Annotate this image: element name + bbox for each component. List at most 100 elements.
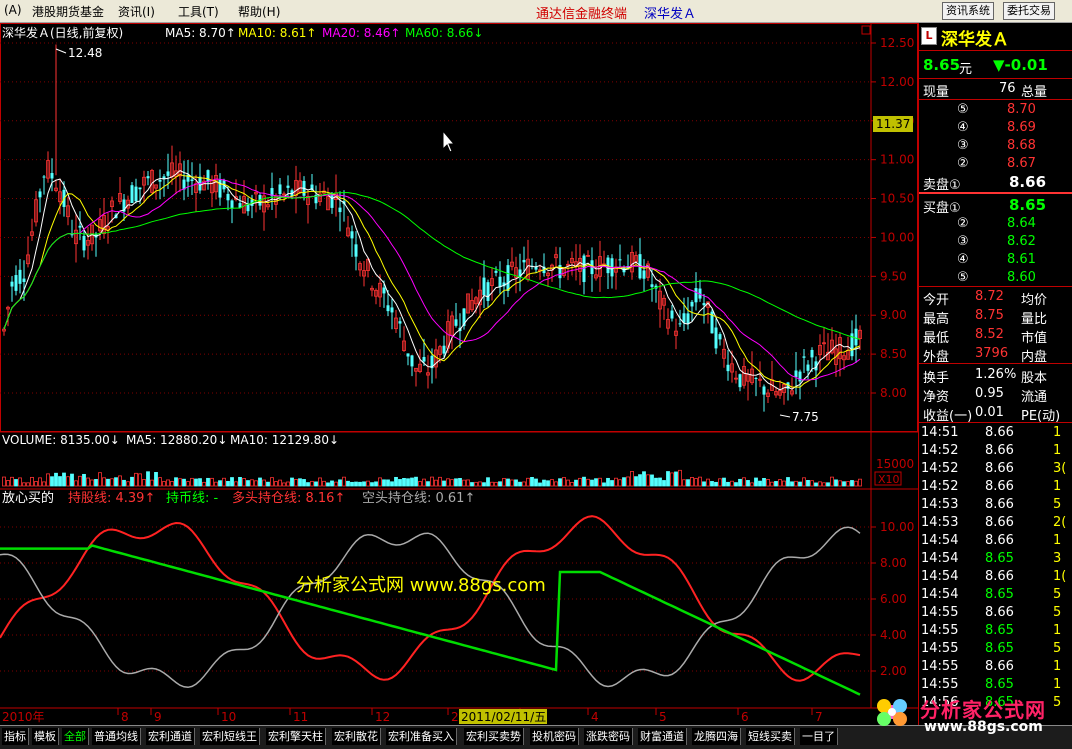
info-system-button[interactable]: 资讯系统 — [942, 2, 994, 20]
bottom-tab-2[interactable]: 全部 — [62, 728, 89, 745]
order-level-label: ⑤ — [957, 102, 969, 117]
tick-time: 14:53 — [921, 515, 959, 530]
bottom-tab-8[interactable]: 宏利准备买入 — [386, 728, 457, 745]
bottom-tab-5[interactable]: 宏利短线王 — [200, 728, 260, 745]
volume-bar — [342, 476, 346, 487]
tick-row: 14:55 8.66 5 — [919, 604, 1072, 622]
menu-item-a[interactable]: (A) — [4, 3, 22, 17]
main-chart-title: 深华发Ａ(日线,前复权) — [2, 25, 123, 40]
volume-bar — [502, 477, 506, 487]
trade-button[interactable]: 委托交易 — [1003, 2, 1055, 20]
volume-bar — [326, 482, 330, 487]
volume-bar — [202, 481, 206, 487]
bottom-tab-3[interactable]: 普通均线 — [92, 728, 141, 745]
order-level-label: ② — [957, 156, 969, 171]
tick-price: 8.65 — [985, 623, 1014, 638]
volume-bar — [482, 482, 486, 487]
stat-row: 最低 8.52 市值 — [919, 326, 1072, 346]
bottom-tab-1[interactable]: 模板 — [32, 728, 59, 745]
bottom-tab-10[interactable]: 投机密码 — [530, 728, 579, 745]
tick-time: 14:54 — [921, 551, 959, 566]
volume-bar — [838, 480, 842, 487]
volume-bar — [682, 479, 686, 487]
order-book-row: ④ 8.69 — [919, 119, 1072, 137]
volume-bar — [386, 479, 390, 487]
candle-body — [762, 386, 766, 395]
volume-bar — [406, 478, 410, 487]
stat-row: 外盘 3796 内盘 — [919, 345, 1072, 365]
candle-body — [206, 170, 210, 183]
bottom-tab-12[interactable]: 财富通道 — [638, 728, 687, 745]
volume-bar — [594, 478, 598, 487]
volume-bar — [74, 480, 78, 487]
candle-body — [422, 356, 426, 362]
bottom-tab-9[interactable]: 宏利买卖势 — [464, 728, 524, 745]
price-tick-label: 8.00 — [880, 386, 907, 400]
volume-bar — [478, 481, 482, 487]
volume-bar — [78, 475, 82, 487]
bottom-tab-0[interactable]: 指标 — [2, 728, 29, 745]
volume-bar — [498, 481, 502, 487]
volume-bar — [318, 477, 322, 487]
menu-bar: (A) 港股期货基金 资讯(I) 工具(T) 帮助(H) 通达信金融终端 深华发… — [0, 0, 1072, 23]
volume-bar — [278, 479, 282, 487]
level-icon[interactable]: L — [921, 27, 937, 45]
volume-bar — [642, 471, 646, 487]
volume-bar — [562, 477, 566, 487]
volume-label: VOLUME: 8135.00↓ — [2, 433, 120, 447]
vol-label: 现量 — [923, 85, 950, 100]
panel-close-icon[interactable] — [861, 25, 871, 35]
volume-bar — [46, 473, 50, 487]
volume-bar — [538, 482, 542, 487]
volume-bar — [246, 480, 250, 487]
volume-bar — [698, 476, 702, 487]
menu-item-tools[interactable]: 工具(T) — [178, 3, 219, 20]
candle-body — [406, 353, 410, 357]
volume-bar — [430, 476, 434, 487]
candle-body — [166, 171, 170, 176]
order-level-label: ④ — [957, 120, 969, 135]
bottom-tab-15[interactable]: 一目了 — [800, 728, 838, 745]
candle-body — [618, 259, 622, 261]
volume-bar — [230, 477, 234, 487]
mouse-cursor-icon — [442, 129, 456, 153]
volume-bar — [674, 471, 678, 487]
candle-body — [498, 276, 502, 288]
tick-row: 14:51 8.66 1 — [919, 424, 1072, 442]
volume-bar — [650, 474, 654, 487]
bottom-tab-7[interactable]: 宏利散花 — [332, 728, 381, 745]
ma60-label: MA60: 8.66↓ — [405, 26, 483, 40]
volume-bar — [330, 480, 334, 487]
order-price: 8.61 — [1007, 252, 1036, 267]
candle-body — [382, 287, 386, 294]
bottom-tab-13[interactable]: 龙腾四海 — [692, 728, 741, 745]
stat-label: 今开 — [923, 293, 950, 308]
total-label: 总量 — [1021, 85, 1048, 100]
candle-body — [694, 288, 698, 303]
candle-body — [486, 282, 490, 301]
stat-label: 换手 — [923, 371, 950, 386]
bottom-tab-14[interactable]: 短线买卖 — [746, 728, 795, 745]
volume-bar — [2, 476, 6, 487]
indicator-ticks-group: 10.00 8.00 6.00 4.00 2.00 — [871, 520, 914, 678]
ask1-price: 8.66 — [1009, 173, 1047, 191]
volume-bar — [274, 481, 278, 487]
volume-bar — [746, 480, 750, 487]
bottom-tab-11[interactable]: 涨跌密码 — [584, 728, 633, 745]
chart-area[interactable]: 12.5012.0011.5011.0010.5010.009.509.008.… — [0, 23, 918, 725]
volume-bar — [106, 478, 110, 487]
kline-chart-svg[interactable]: 12.5012.0011.5011.0010.5010.009.509.008.… — [0, 23, 918, 725]
current-stock-title: 深华发Ａ — [644, 7, 697, 22]
menu-item-hk-futures[interactable]: 港股期货基金 — [32, 3, 104, 20]
volume-bar — [450, 479, 454, 487]
bottom-tab-6[interactable]: 宏利擎天柱 — [266, 728, 326, 745]
menu-item-help[interactable]: 帮助(H) — [238, 3, 280, 20]
short-line-grey — [0, 526, 861, 689]
tick-time: 14:51 — [921, 425, 959, 440]
indicator-name: 放心买的 — [2, 490, 54, 506]
bottom-tab-4[interactable]: 宏利通道 — [146, 728, 195, 745]
tick-row: 14:52 8.66 3( — [919, 460, 1072, 478]
volume-bar — [146, 471, 150, 487]
menu-item-info[interactable]: 资讯(I) — [118, 3, 155, 20]
indicator-grid — [0, 526, 871, 672]
